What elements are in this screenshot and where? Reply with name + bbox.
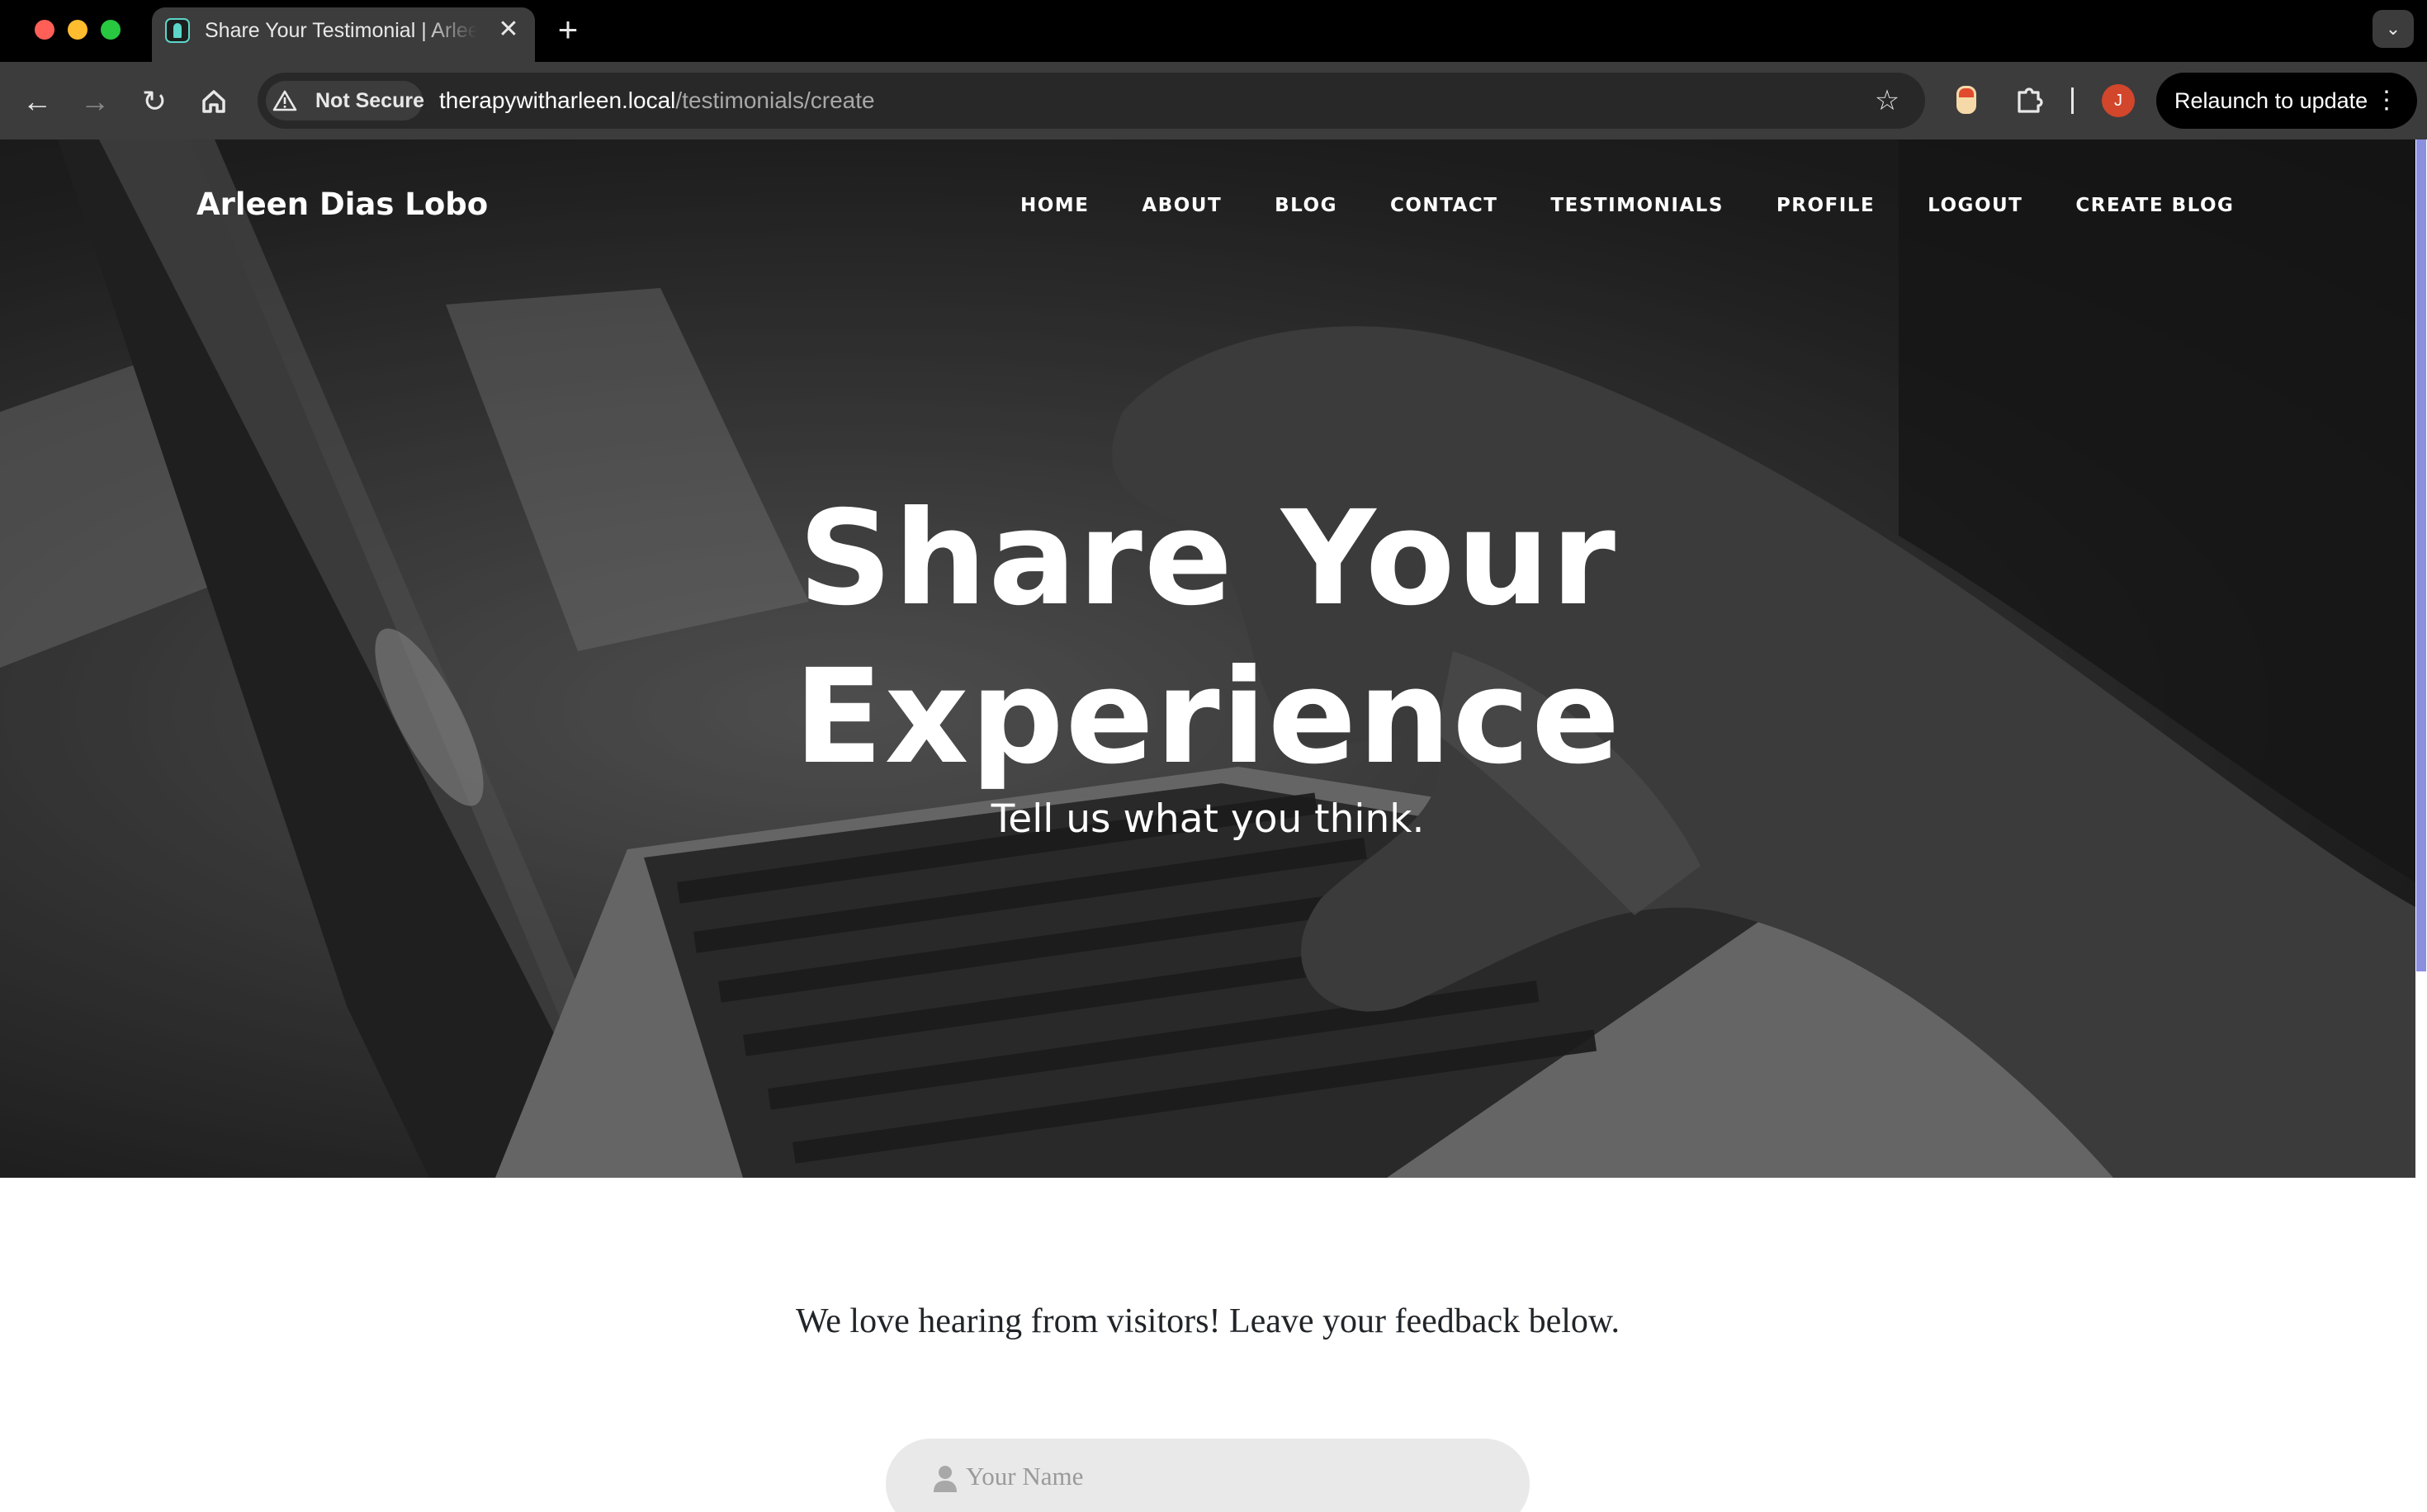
name-input[interactable] <box>966 1457 1494 1496</box>
new-tab-plus-icon[interactable]: + <box>551 12 584 48</box>
hero-title-line-2: Experience <box>793 641 1622 793</box>
scrollbar-thumb[interactable] <box>2416 139 2426 971</box>
extension-icon[interactable] <box>1956 86 1976 114</box>
user-icon <box>934 1466 957 1492</box>
kebab-menu-icon[interactable]: ⋮ <box>2374 73 2399 129</box>
feedback-intro-text: We love hearing from visitors! Leave you… <box>795 1302 1620 1340</box>
tab-title: Share Your Testimonial | Arleen Dias Lob… <box>205 19 477 42</box>
bookmark-star-icon[interactable]: ☆ <box>1869 83 1905 119</box>
site-brand-link[interactable]: Arleen Dias Lobo <box>196 184 488 225</box>
relaunch-to-update-button[interactable]: Relaunch to update ⋮ <box>2156 73 2417 129</box>
hero-section: Arleen Dias Lobo HOME ABOUT BLOG CONTACT… <box>0 139 2415 1178</box>
minimize-window-button[interactable] <box>68 20 88 40</box>
tab-search-chevron-icon[interactable]: ⌄ <box>2373 10 2414 48</box>
site-favicon-icon <box>165 18 190 43</box>
reload-icon[interactable]: ↻ <box>135 83 173 120</box>
page-viewport: Arleen Dias Lobo HOME ABOUT BLOG CONTACT… <box>0 139 2427 1512</box>
nav-testimonials[interactable]: TESTIMONIALS <box>1550 191 1723 220</box>
nav-blog[interactable]: BLOG <box>1275 191 1337 220</box>
url-host: therapywitharleen.local <box>439 87 676 113</box>
nav-home[interactable]: HOME <box>1020 191 1089 220</box>
back-arrow-icon[interactable]: ← <box>18 83 56 120</box>
hero-title: Share Your Experience <box>712 480 1703 796</box>
nav-logout[interactable]: LOGOUT <box>1928 191 2022 220</box>
close-tab-icon[interactable]: ✕ <box>495 15 522 45</box>
toolbar-divider <box>2071 87 2074 114</box>
warning-triangle-icon <box>272 90 297 111</box>
profile-avatar[interactable]: J <box>2102 84 2135 117</box>
nav-about[interactable]: ABOUT <box>1142 191 1222 220</box>
maximize-window-button[interactable] <box>101 20 121 40</box>
url-text[interactable]: therapywitharleen.local/testimonials/cre… <box>439 83 875 119</box>
hero-title-line-1: Share Your <box>798 483 1617 635</box>
hero-subtitle: Tell us what you think. <box>991 796 1425 842</box>
nav-profile[interactable]: PROFILE <box>1776 191 1875 220</box>
nav-create-blog[interactable]: CREATE BLOG <box>2075 191 2234 220</box>
forward-arrow-icon[interactable]: → <box>76 83 114 120</box>
home-glyph <box>202 90 225 113</box>
extensions-puzzle-icon[interactable] <box>2011 81 2049 119</box>
home-icon[interactable] <box>195 83 233 120</box>
puzzle-glyph <box>2018 87 2043 113</box>
url-path: /testimonials/create <box>675 87 875 113</box>
nav-contact[interactable]: CONTACT <box>1390 191 1497 220</box>
main-nav: HOME ABOUT BLOG CONTACT TESTIMONIALS PRO… <box>1020 191 2234 220</box>
relaunch-label: Relaunch to update <box>2174 88 2368 113</box>
close-window-button[interactable] <box>35 20 54 40</box>
